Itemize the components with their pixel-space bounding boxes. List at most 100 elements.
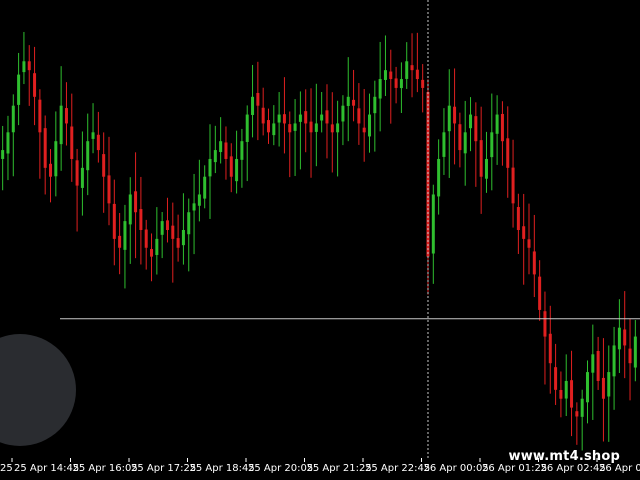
candle-bull xyxy=(235,158,239,182)
candle-bull xyxy=(617,327,621,350)
candle-bull xyxy=(293,123,297,131)
time-axis-label: 25 Apr 18:45 xyxy=(190,463,255,474)
candle-bear xyxy=(107,175,111,204)
candle-bear xyxy=(628,348,632,364)
candles-layer xyxy=(1,31,637,451)
candle-bull xyxy=(197,194,201,206)
candle-bear xyxy=(144,229,148,248)
candle-bear xyxy=(33,73,37,97)
candle-bear xyxy=(43,128,47,168)
candle-bull xyxy=(346,96,350,106)
candle-bull xyxy=(128,194,132,225)
candle-bear xyxy=(538,276,542,310)
candle-bull xyxy=(1,150,5,159)
candle-bear xyxy=(453,106,457,124)
candle-bear xyxy=(410,65,414,71)
candle-bear xyxy=(601,377,605,399)
time-axis-label: 26 Apr 02:45 xyxy=(541,463,606,474)
candle-bear xyxy=(421,79,425,88)
candle-bear xyxy=(522,226,526,239)
candle-bear xyxy=(266,120,270,133)
candle-bull xyxy=(160,221,164,235)
candle-bear xyxy=(506,138,510,168)
candle-bull xyxy=(54,141,58,177)
candle-bull xyxy=(463,132,467,154)
time-axis-label: 26 Apr 00:05 xyxy=(424,463,489,474)
candle-bull xyxy=(22,61,26,73)
candle-bear xyxy=(102,154,106,177)
candle-bull xyxy=(437,158,441,197)
candle-bear xyxy=(575,411,579,417)
candle-bull xyxy=(399,79,403,89)
time-axis-label: 26 Apr 04:05 xyxy=(599,463,640,474)
candle-bear xyxy=(330,124,334,133)
candle-bear xyxy=(27,61,31,71)
candle-bull xyxy=(192,203,196,211)
candle-bull xyxy=(585,372,589,403)
candle-bear xyxy=(224,142,228,159)
time-axis-label: 25 Apr 17:25 xyxy=(131,463,196,474)
candle-bull xyxy=(181,230,185,246)
candle-bear xyxy=(527,239,531,248)
candle-bear xyxy=(70,126,74,159)
candle-bear xyxy=(139,209,143,230)
candle-bull xyxy=(378,79,382,99)
candle-bull xyxy=(155,238,159,255)
candle-bear xyxy=(362,127,366,133)
candle-bear xyxy=(415,69,419,80)
candle-bear xyxy=(309,121,313,133)
candle-bull xyxy=(484,158,488,179)
candle-bull xyxy=(373,96,377,114)
candle-bear xyxy=(623,329,627,346)
candle-bear xyxy=(559,389,563,399)
candle-bear xyxy=(171,225,175,239)
candle-bear xyxy=(500,113,504,142)
candle-bull xyxy=(490,132,494,158)
candle-bull xyxy=(298,114,302,122)
time-axis-label: 25 Apr 20:05 xyxy=(248,463,313,474)
time-axis-label: 25 Apr 21:25 xyxy=(307,463,372,474)
candle-bull xyxy=(59,105,63,145)
candle-bull xyxy=(320,114,324,121)
candle-bull xyxy=(612,345,616,377)
chart-canvas[interactable]: 25 25 Apr 14:4525 Apr 16:0525 Apr 17:2525… xyxy=(0,0,640,480)
candle-bull xyxy=(245,114,249,142)
candle-bull xyxy=(251,96,255,115)
candle-bear xyxy=(96,134,100,151)
candle-bull xyxy=(405,61,409,79)
candle-bull xyxy=(580,398,584,417)
candle-bear xyxy=(325,110,329,124)
candle-bull xyxy=(383,70,387,80)
candle-bull xyxy=(442,132,446,157)
candle-bear xyxy=(150,249,154,257)
candle-bull xyxy=(240,141,244,160)
candle-bear xyxy=(176,238,180,248)
candle-bear xyxy=(134,191,138,213)
candle-bull xyxy=(80,167,84,188)
candle-bull xyxy=(91,132,95,139)
candle-bull xyxy=(17,74,21,105)
candle-bull xyxy=(336,123,340,133)
time-axis-label: 25 Apr 16:05 xyxy=(73,463,138,474)
candle-bear xyxy=(118,235,122,248)
candle-bull xyxy=(123,221,127,250)
candle-bear xyxy=(165,220,169,230)
candle-bull xyxy=(469,114,473,129)
time-axis-label: 25 Apr 22:45 xyxy=(365,463,430,474)
time-axis-label: 25 xyxy=(0,463,13,474)
candle-bull xyxy=(591,354,595,373)
candle-bear xyxy=(596,350,600,381)
candle-bear xyxy=(389,71,393,80)
candle-bear xyxy=(554,367,558,390)
candle-bear xyxy=(474,116,478,142)
candle-bear xyxy=(511,167,515,204)
candle-bear xyxy=(357,108,361,124)
candle-bear xyxy=(304,111,308,124)
cursor-overlay-circle xyxy=(0,334,76,446)
candle-bull xyxy=(187,212,191,235)
time-axis-label: 26 Apr 01:25 xyxy=(482,463,547,474)
candle-bear xyxy=(49,163,53,177)
price-chart[interactable]: 25 25 Apr 14:45 25 Apr 16:05 25 Apr 17:25 25… xyxy=(0,0,640,480)
candle-bull xyxy=(314,123,318,132)
candle-bear xyxy=(38,99,42,133)
